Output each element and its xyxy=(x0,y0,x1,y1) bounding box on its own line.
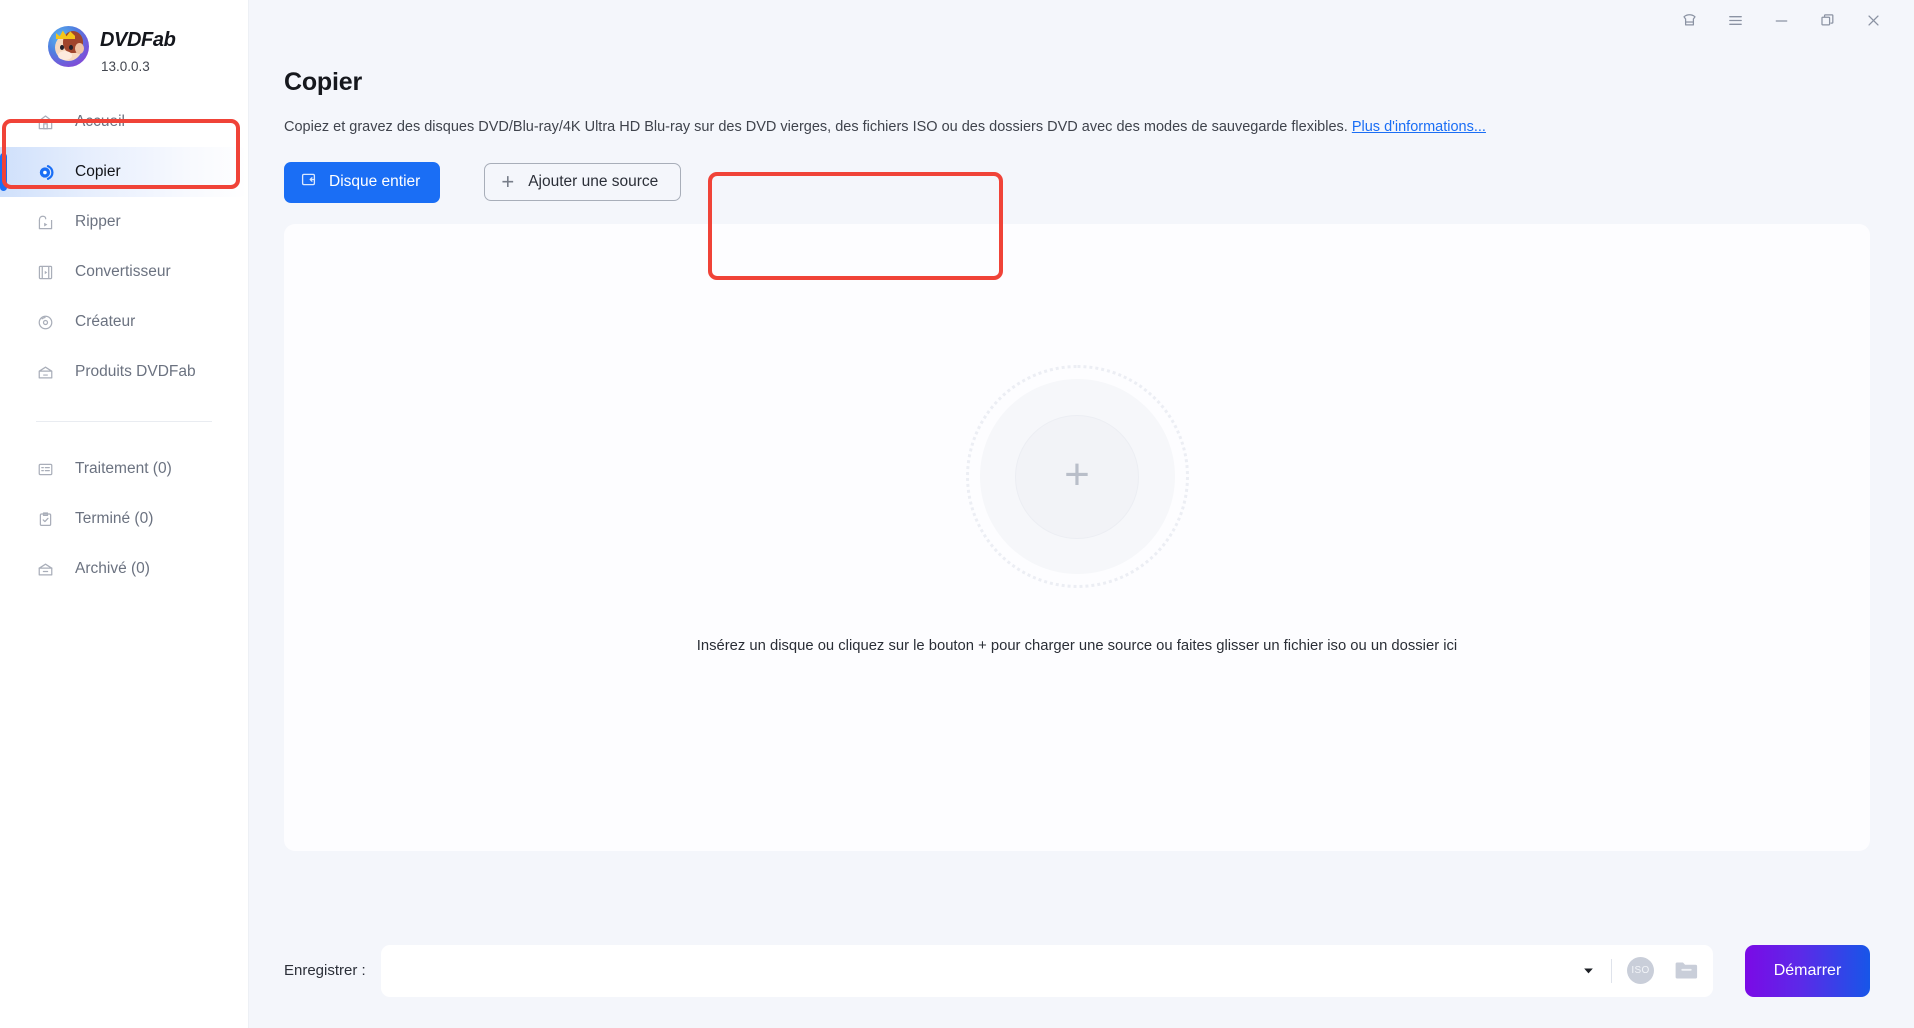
copy-disc-icon xyxy=(36,163,55,182)
folder-icon[interactable] xyxy=(1674,960,1699,981)
plus-icon[interactable]: + xyxy=(1064,452,1090,497)
sidebar-item-createur[interactable]: Créateur xyxy=(0,297,248,347)
bottom-bar: Enregistrer : ISO Démarrer xyxy=(249,913,1914,1028)
sidebar-item-ripper[interactable]: Ripper xyxy=(0,197,248,247)
sidebar-item-copier[interactable]: Copier xyxy=(0,147,248,197)
start-button[interactable]: Démarrer xyxy=(1745,944,1870,997)
more-info-link[interactable]: Plus d'informations... xyxy=(1352,119,1486,135)
sidebar-item-termine[interactable]: Terminé (0) xyxy=(0,494,248,544)
disc-ring-outer: + xyxy=(979,379,1175,575)
dvdfab-window: DVDFab 13.0.0.3 Accueil Copier Ripper Co… xyxy=(0,0,1914,1028)
home-icon xyxy=(36,113,55,132)
brand-name: DVDFab xyxy=(100,29,176,51)
theme-skin-icon[interactable] xyxy=(1666,0,1712,41)
iso-output-icon[interactable]: ISO xyxy=(1627,957,1654,984)
page-description-text: Copiez et gravez des disques DVD/Blu-ray… xyxy=(284,119,1348,135)
field-divider xyxy=(1611,958,1612,983)
page-description: Copiez et gravez des disques DVD/Blu-ray… xyxy=(284,119,1870,136)
ripper-icon xyxy=(36,213,55,232)
sidebar-divider xyxy=(36,421,212,422)
sidebar-item-label: Terminé (0) xyxy=(75,510,154,527)
close-icon[interactable] xyxy=(1850,0,1896,41)
film-icon xyxy=(36,263,55,282)
save-path-label: Enregistrer : xyxy=(284,962,366,979)
main-area: Copier Copiez et gravez des disques DVD/… xyxy=(249,0,1914,1028)
sidebar-item-label: Ripper xyxy=(75,213,121,230)
maximize-restore-icon[interactable] xyxy=(1804,0,1850,41)
chevron-down-icon[interactable] xyxy=(1575,964,1601,977)
minimize-icon[interactable] xyxy=(1758,0,1804,41)
sidebar-item-label: Accueil xyxy=(75,113,125,130)
brand-header: DVDFab 13.0.0.3 xyxy=(0,0,248,74)
sidebar-item-convertisseur[interactable]: Convertisseur xyxy=(0,247,248,297)
window-titlebar xyxy=(249,0,1914,41)
sidebar-item-produits-dvdfab[interactable]: Produits DVDFab xyxy=(0,347,248,397)
disc-ring-inner: + xyxy=(1015,414,1139,539)
main-content: Copier Copiez et gravez des disques DVD/… xyxy=(249,41,1914,913)
app-version: 13.0.0.3 xyxy=(101,59,150,74)
save-path-field[interactable]: ISO xyxy=(380,944,1713,997)
sidebar-nav: Accueil Copier Ripper Convertisseur Créa… xyxy=(0,97,248,594)
sidebar-item-archive[interactable]: Archivé (0) xyxy=(0,544,248,594)
products-box-icon xyxy=(36,363,55,382)
drop-hint-text: Insérez un disque ou cliquez sur le bout… xyxy=(696,638,1458,655)
action-row: Disque entier + Ajouter une source xyxy=(284,160,1870,204)
sidebar: DVDFab 13.0.0.3 Accueil Copier Ripper Co… xyxy=(0,0,249,1028)
sidebar-item-label: Copier xyxy=(75,163,121,180)
add-source-label: Ajouter une source xyxy=(528,173,659,191)
mode-disque-entier-button[interactable]: Disque entier xyxy=(284,161,441,203)
sidebar-item-label: Convertisseur xyxy=(75,263,171,280)
full-disc-icon xyxy=(299,170,318,194)
drop-zone-disc[interactable]: + xyxy=(965,365,1189,589)
add-source-button[interactable]: + Ajouter une source xyxy=(484,163,682,202)
sidebar-item-label: Produits DVDFab xyxy=(75,363,196,380)
sidebar-item-accueil[interactable]: Accueil xyxy=(0,97,248,147)
sidebar-item-traitement[interactable]: Traitement (0) xyxy=(0,444,248,494)
monkey-avatar-icon xyxy=(48,26,89,67)
page-title: Copier xyxy=(284,68,362,96)
mode-button-label: Disque entier xyxy=(329,173,421,191)
menu-icon[interactable] xyxy=(1712,0,1758,41)
task-list-icon xyxy=(36,460,55,479)
sidebar-item-label: Traitement (0) xyxy=(75,460,172,477)
sidebar-item-label: Créateur xyxy=(75,313,136,330)
save-path-input[interactable] xyxy=(398,944,1575,997)
plus-icon: + xyxy=(501,169,515,195)
sidebar-item-label: Archivé (0) xyxy=(75,560,150,577)
source-drop-panel[interactable]: + Insérez un disque ou cliquez sur le bo… xyxy=(284,224,1870,852)
disc-icon xyxy=(36,313,55,332)
archive-box-icon xyxy=(36,560,55,579)
clipboard-check-icon xyxy=(36,510,55,529)
